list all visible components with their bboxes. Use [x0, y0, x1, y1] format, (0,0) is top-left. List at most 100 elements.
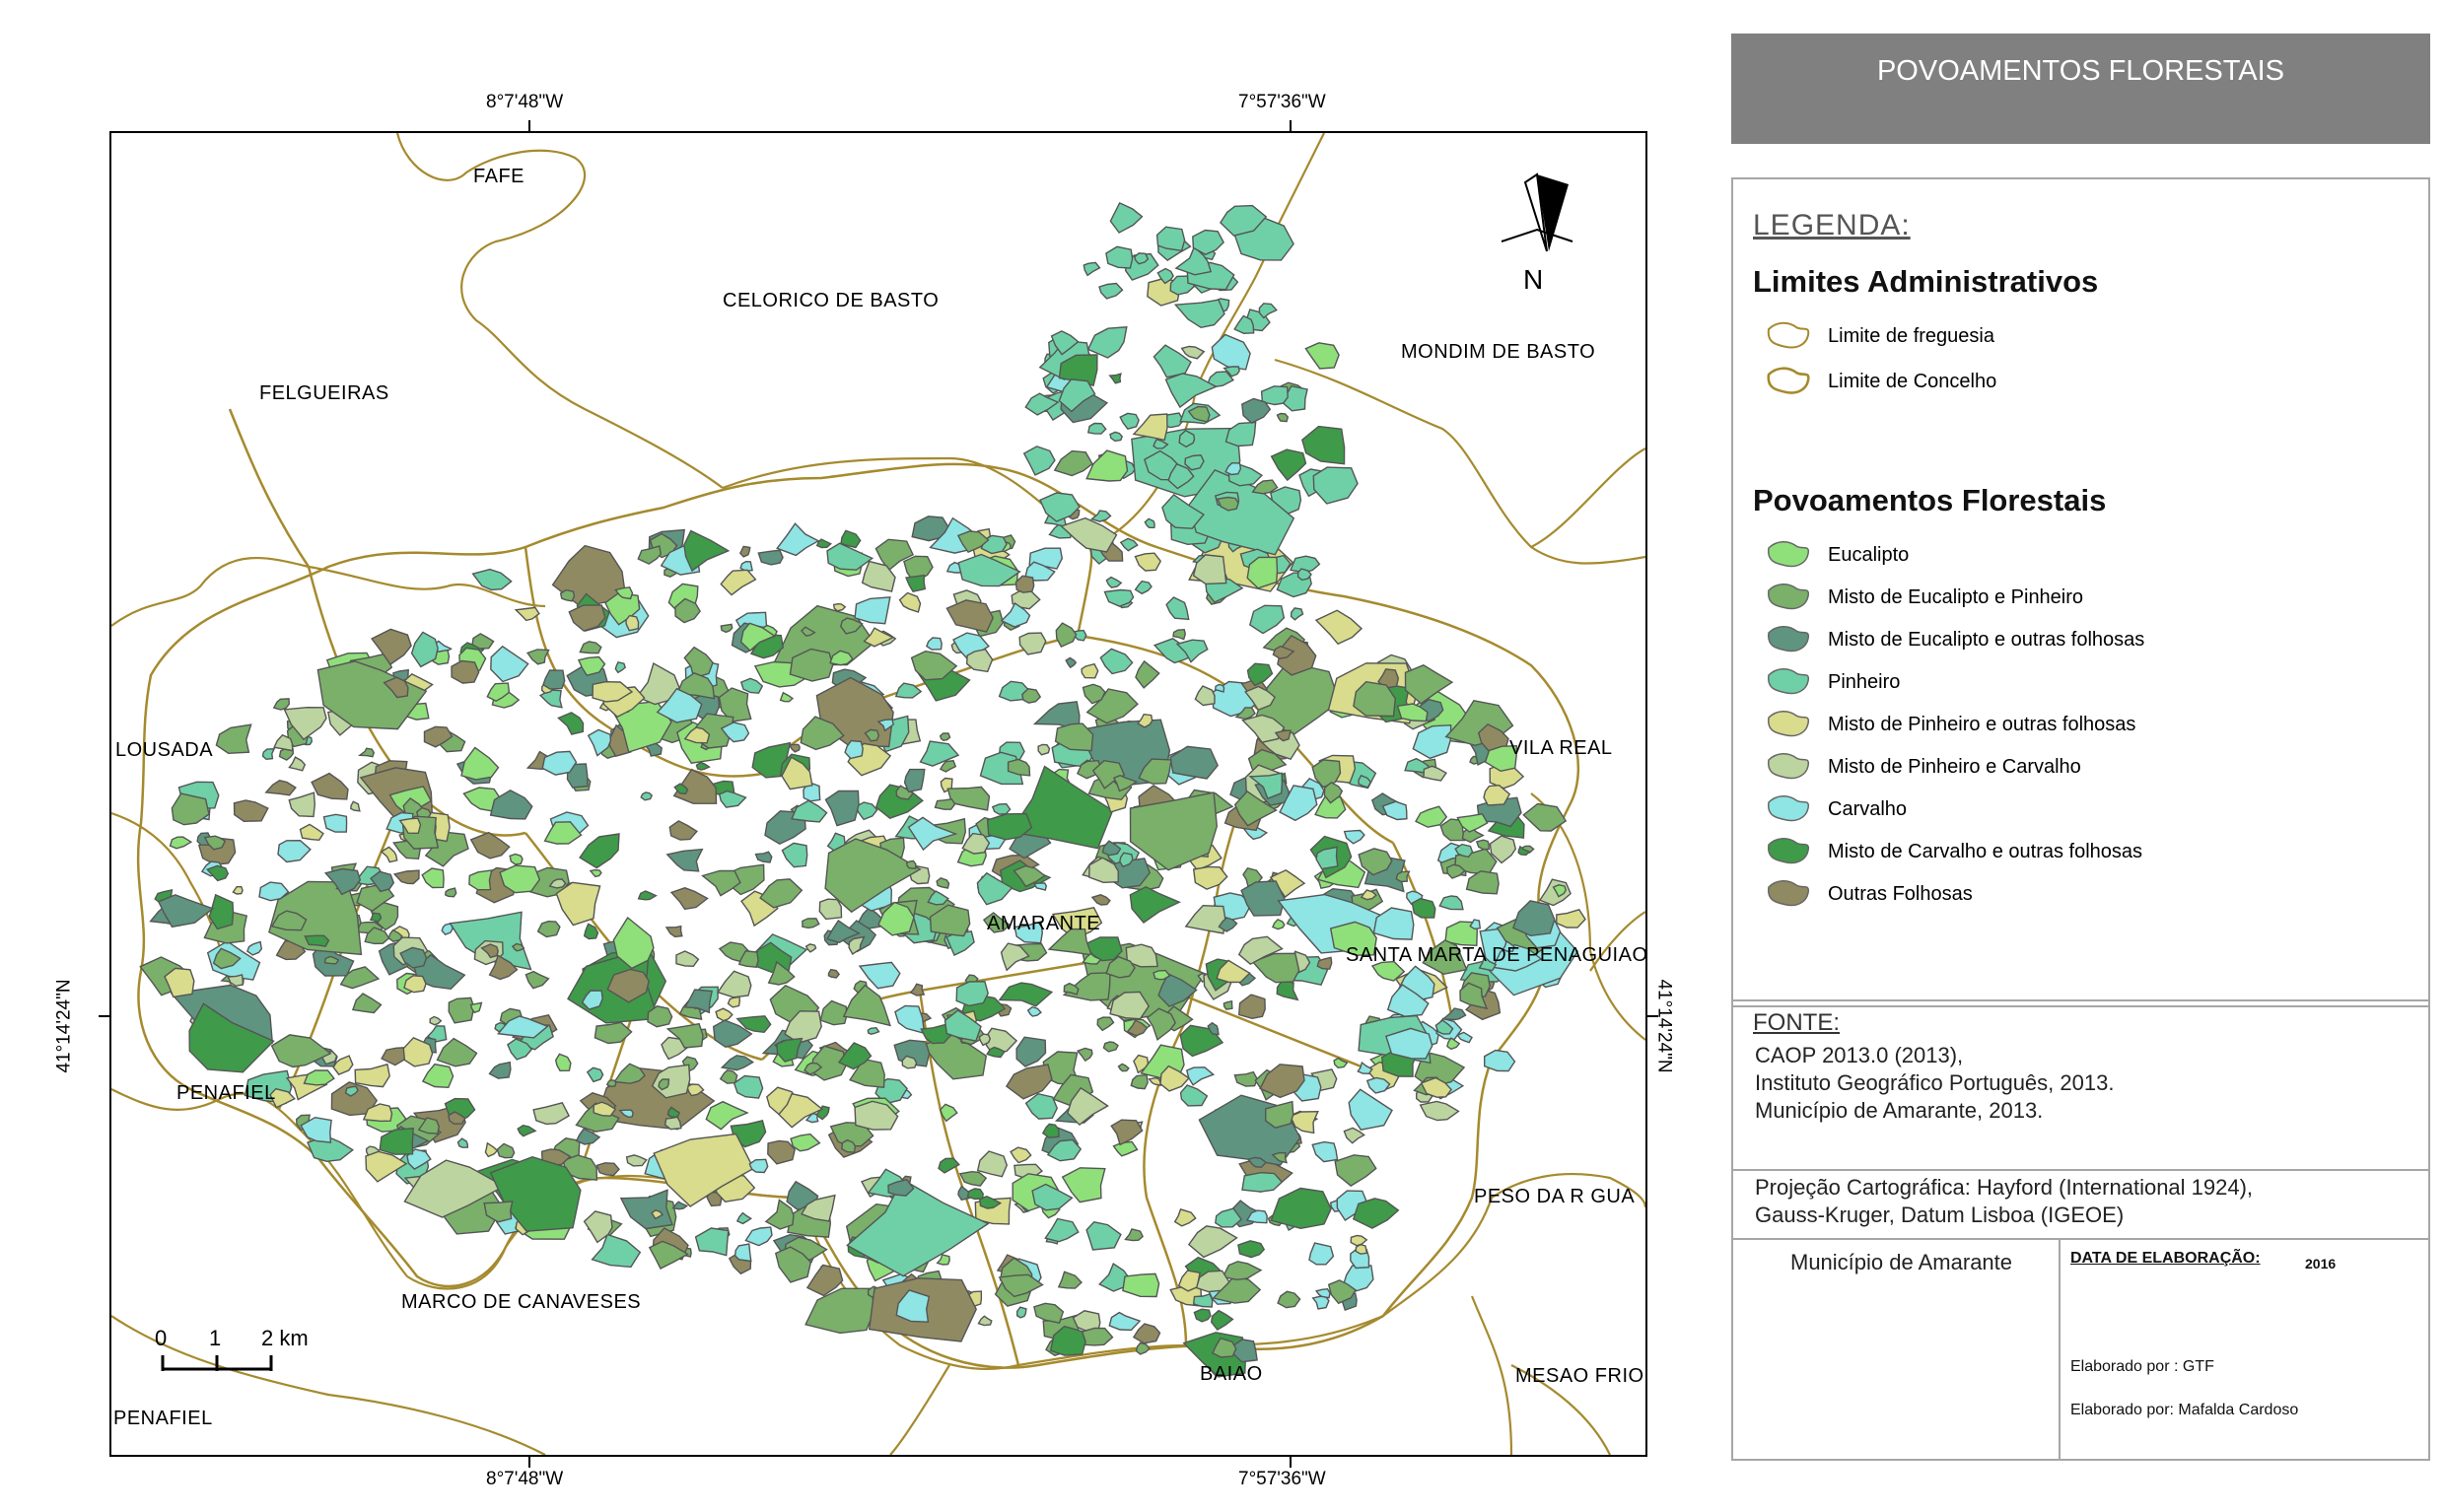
forest-patch: [744, 1226, 773, 1247]
place-marco: MARCO DE CANAVESES: [401, 1291, 641, 1313]
forest-patch: [496, 1142, 516, 1159]
forest-patch: [1098, 282, 1124, 300]
tick-top-left: [528, 120, 530, 131]
forest-patch: [1412, 723, 1452, 760]
forest-patch: [421, 867, 445, 889]
municipio-label: Município de Amarante: [1790, 1250, 2013, 1274]
forest-patch: [665, 848, 704, 872]
separator-projecao: [1733, 1169, 2428, 1171]
forest-patch: [738, 545, 751, 558]
forest-patch: [1117, 1063, 1130, 1072]
legend-label-forest: Outras Folhosas: [1828, 882, 1973, 905]
forest-patch: [754, 851, 773, 863]
forest-patch: [1155, 226, 1186, 252]
forest-patch: [233, 799, 269, 823]
forest-patch: [1484, 1049, 1516, 1072]
forest-patch: [1224, 421, 1257, 447]
forest-patch: [380, 846, 398, 863]
forest-patch: [1085, 449, 1129, 482]
forest-patch: [1270, 1187, 1332, 1230]
forest-patch: [288, 791, 316, 818]
forest-patch: [1172, 628, 1187, 641]
place-penafiel: PENAFIEL: [176, 1082, 276, 1104]
forest-patch: [1411, 897, 1436, 919]
legend-heading: LEGENDA:: [1753, 209, 1911, 241]
forest-patch: [640, 791, 654, 801]
forest-patch: [1090, 894, 1111, 906]
north-arrow-icon: [1501, 172, 1573, 252]
forest-patch: [1556, 908, 1586, 928]
projecao-line-1: Projeção Cartográfica: Hayford (Internat…: [1755, 1175, 2254, 1200]
forest-patch: [445, 887, 457, 898]
forest-patch: [739, 677, 764, 694]
forest-patch: [1148, 1076, 1162, 1086]
coord-left-lat: 41°14'24"N: [53, 979, 75, 1073]
forest-patch: [1357, 1061, 1373, 1075]
north-label: N: [1523, 264, 1543, 295]
forest-patch: [819, 999, 848, 1026]
forest-patch: [1065, 656, 1078, 669]
forest-patch: [1105, 576, 1123, 588]
place-penafiel-2: PENAFIEL: [113, 1408, 213, 1429]
forest-patch: [555, 881, 601, 927]
forest-patch: [826, 542, 874, 571]
forest-patch: [1211, 333, 1251, 371]
forest-patch: [1165, 596, 1190, 621]
forest-patch: [901, 1055, 918, 1069]
legend-item-forest: Pinheiro: [1763, 665, 1900, 699]
forest-patch: [542, 669, 566, 690]
forest-patch: [1308, 1242, 1335, 1266]
legend-item-forest: Eucalipto: [1763, 538, 1909, 572]
map-frame[interactable]: N FAFE CELORICO DE BASTO MONDIM DE BASTO…: [109, 131, 1647, 1457]
coord-right-lat: 41°14'24"N: [1653, 979, 1675, 1073]
forest-patch: [664, 925, 683, 938]
forest-patch: [451, 659, 480, 684]
forest-patch: [1010, 1146, 1032, 1164]
forest-patch: [832, 602, 847, 612]
forest-patch: [720, 1055, 755, 1071]
forest-patch: [735, 1211, 752, 1225]
forest-patch: [776, 522, 820, 557]
forest-patch: [169, 836, 193, 850]
forest-patch: [484, 1141, 499, 1158]
separator-footer-v: [2059, 1238, 2061, 1461]
tick-bottom-left: [528, 1457, 530, 1468]
forest-patch: [625, 614, 640, 632]
legend-label-forest: Misto de Pinheiro e Carvalho: [1828, 755, 2081, 778]
forest-patch: [579, 641, 602, 654]
forest-patch: [720, 569, 757, 596]
forest-patch: [1258, 303, 1278, 319]
forest-patch: [1124, 1228, 1144, 1242]
forest-patch: [554, 1053, 572, 1072]
forest-patch: [903, 768, 926, 793]
forest-patch: [1134, 580, 1153, 595]
forest-patch: [1109, 201, 1144, 234]
forest-patch: [934, 798, 956, 810]
tick-left-lat: [99, 1015, 109, 1017]
forest-patch: [1024, 1092, 1058, 1120]
legend-item-freguesia: Limite de freguesia: [1763, 319, 1994, 353]
forest-patch: [1083, 261, 1101, 277]
forest-patch: [1005, 1064, 1053, 1100]
forest-patch: [557, 712, 585, 735]
forest-patch: [1057, 1271, 1083, 1289]
forest-patch: [815, 538, 832, 549]
concelho-line-icon: [1767, 367, 1810, 394]
map-canvas[interactable]: N FAFE CELORICO DE BASTO MONDIM DE BASTO…: [111, 133, 1645, 1455]
forest-patch: [589, 868, 602, 878]
forest-patch: [1241, 397, 1272, 424]
forest-swatch-icon: [1768, 541, 1810, 568]
boundary-felgueiras: [111, 557, 546, 627]
forest-patch: [304, 934, 330, 947]
forest-patch: [559, 588, 576, 602]
forest-patch: [1053, 449, 1093, 477]
forest-swatch-icon: [1768, 584, 1810, 610]
forest-patch: [1015, 1036, 1047, 1067]
forest-patch: [1021, 688, 1042, 704]
forest-patch: [1456, 1031, 1473, 1044]
coord-bottom-left: 8°7'48"W: [486, 1469, 564, 1489]
forest-patch: [1112, 1140, 1139, 1157]
legend-item-forest: Misto de Pinheiro e outras folhosas: [1763, 708, 2135, 741]
forest-patch: [748, 1158, 769, 1174]
forest-patch: [1192, 1292, 1214, 1308]
